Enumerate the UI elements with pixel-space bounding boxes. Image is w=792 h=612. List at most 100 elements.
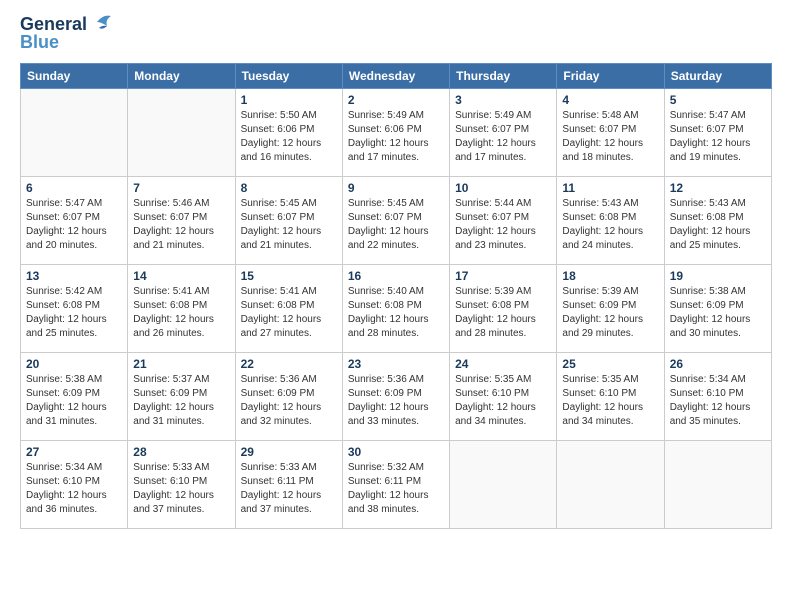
calendar-cell: 1 Sunrise: 5:50 AM Sunset: 6:06 PM Daylig…: [235, 88, 342, 176]
calendar-header-row: SundayMondayTuesdayWednesdayThursdayFrid…: [21, 63, 772, 88]
day-number: 24: [455, 357, 551, 371]
calendar-cell: 29 Sunrise: 5:33 AM Sunset: 6:11 PM Dayli…: [235, 440, 342, 528]
day-number: 18: [562, 269, 658, 283]
day-number: 19: [670, 269, 766, 283]
calendar-week-row-2: 13Sunrise: 5:42 AM Sunset: 6:08 PM Dayli…: [21, 264, 772, 352]
day-info: Sunrise: 5:33 AM Sunset: 6:11 PM Dayligh…: [241, 461, 337, 517]
day-number: 20: [26, 357, 122, 371]
calendar-cell: [128, 88, 235, 176]
weekday-header-tuesday: Tuesday: [235, 63, 342, 88]
calendar-cell: 25Sunrise: 5:35 AM Sunset: 6:10 PM Dayli…: [557, 352, 664, 440]
day-info: Sunrise: 5:45 AM Sunset: 6:07 PM Dayligh…: [348, 197, 444, 253]
calendar-cell: 30 Sunrise: 5:32 AM Sunset: 6:11 PM Dayli…: [342, 440, 449, 528]
calendar-table: SundayMondayTuesdayWednesdayThursdayFrid…: [20, 63, 772, 529]
day-info: Sunrise: 5:46 AM Sunset: 6:07 PM Dayligh…: [133, 197, 229, 253]
day-number: 1: [241, 93, 337, 107]
day-number: 3: [455, 93, 551, 107]
day-number: 22: [241, 357, 337, 371]
calendar-cell: 17 Sunrise: 5:39 AM Sunset: 6:08 PM Dayli…: [450, 264, 557, 352]
day-number: 4: [562, 93, 658, 107]
day-info: Sunrise: 5:48 AM Sunset: 6:07 PM Dayligh…: [562, 109, 658, 165]
day-number: 26: [670, 357, 766, 371]
weekday-header-friday: Friday: [557, 63, 664, 88]
day-info: Sunrise: 5:44 AM Sunset: 6:07 PM Dayligh…: [455, 197, 551, 253]
day-number: 10: [455, 181, 551, 195]
calendar-cell: 10 Sunrise: 5:44 AM Sunset: 6:07 PM Dayli…: [450, 176, 557, 264]
calendar-cell: 23 Sunrise: 5:36 AM Sunset: 6:09 PM Dayli…: [342, 352, 449, 440]
day-number: 14: [133, 269, 229, 283]
day-info: Sunrise: 5:38 AM Sunset: 6:09 PM Dayligh…: [670, 285, 766, 341]
day-info: Sunrise: 5:34 AM Sunset: 6:10 PM Dayligh…: [26, 461, 122, 517]
day-info: Sunrise: 5:49 AM Sunset: 6:06 PM Dayligh…: [348, 109, 444, 165]
logo-text-line2: Blue: [20, 33, 59, 53]
day-info: Sunrise: 5:40 AM Sunset: 6:08 PM Dayligh…: [348, 285, 444, 341]
weekday-header-saturday: Saturday: [664, 63, 771, 88]
calendar-cell: 11Sunrise: 5:43 AM Sunset: 6:08 PM Dayli…: [557, 176, 664, 264]
day-number: 16: [348, 269, 444, 283]
calendar-cell: 8 Sunrise: 5:45 AM Sunset: 6:07 PM Daylig…: [235, 176, 342, 264]
calendar-cell: 16 Sunrise: 5:40 AM Sunset: 6:08 PM Dayli…: [342, 264, 449, 352]
day-number: 23: [348, 357, 444, 371]
calendar-cell: [664, 440, 771, 528]
calendar-week-row-3: 20 Sunrise: 5:38 AM Sunset: 6:09 PM Dayli…: [21, 352, 772, 440]
calendar-cell: 24 Sunrise: 5:35 AM Sunset: 6:10 PM Dayli…: [450, 352, 557, 440]
page-header: General Blue: [20, 15, 772, 53]
day-number: 12: [670, 181, 766, 195]
day-info: Sunrise: 5:42 AM Sunset: 6:08 PM Dayligh…: [26, 285, 122, 341]
calendar-cell: 15 Sunrise: 5:41 AM Sunset: 6:08 PM Dayli…: [235, 264, 342, 352]
calendar-cell: 27 Sunrise: 5:34 AM Sunset: 6:10 PM Dayli…: [21, 440, 128, 528]
day-info: Sunrise: 5:36 AM Sunset: 6:09 PM Dayligh…: [348, 373, 444, 429]
day-info: Sunrise: 5:45 AM Sunset: 6:07 PM Dayligh…: [241, 197, 337, 253]
day-number: 30: [348, 445, 444, 459]
day-number: 7: [133, 181, 229, 195]
day-number: 15: [241, 269, 337, 283]
day-info: Sunrise: 5:38 AM Sunset: 6:09 PM Dayligh…: [26, 373, 122, 429]
day-info: Sunrise: 5:50 AM Sunset: 6:06 PM Dayligh…: [241, 109, 337, 165]
day-info: Sunrise: 5:47 AM Sunset: 6:07 PM Dayligh…: [26, 197, 122, 253]
day-number: 6: [26, 181, 122, 195]
page-container: General Blue SundayMondayTuesdayWednesda…: [0, 0, 792, 612]
day-info: Sunrise: 5:33 AM Sunset: 6:10 PM Dayligh…: [133, 461, 229, 517]
day-number: 27: [26, 445, 122, 459]
day-info: Sunrise: 5:39 AM Sunset: 6:09 PM Dayligh…: [562, 285, 658, 341]
calendar-cell: 7 Sunrise: 5:46 AM Sunset: 6:07 PM Daylig…: [128, 176, 235, 264]
day-info: Sunrise: 5:39 AM Sunset: 6:08 PM Dayligh…: [455, 285, 551, 341]
weekday-header-monday: Monday: [128, 63, 235, 88]
calendar-cell: 18 Sunrise: 5:39 AM Sunset: 6:09 PM Dayli…: [557, 264, 664, 352]
day-info: Sunrise: 5:37 AM Sunset: 6:09 PM Dayligh…: [133, 373, 229, 429]
day-info: Sunrise: 5:35 AM Sunset: 6:10 PM Dayligh…: [562, 373, 658, 429]
day-number: 5: [670, 93, 766, 107]
day-number: 28: [133, 445, 229, 459]
day-info: Sunrise: 5:49 AM Sunset: 6:07 PM Dayligh…: [455, 109, 551, 165]
calendar-cell: 26 Sunrise: 5:34 AM Sunset: 6:10 PM Dayli…: [664, 352, 771, 440]
day-info: Sunrise: 5:43 AM Sunset: 6:08 PM Dayligh…: [562, 197, 658, 253]
calendar-cell: 6 Sunrise: 5:47 AM Sunset: 6:07 PM Daylig…: [21, 176, 128, 264]
calendar-cell: [21, 88, 128, 176]
calendar-week-row-1: 6 Sunrise: 5:47 AM Sunset: 6:07 PM Daylig…: [21, 176, 772, 264]
day-info: Sunrise: 5:32 AM Sunset: 6:11 PM Dayligh…: [348, 461, 444, 517]
day-number: 29: [241, 445, 337, 459]
calendar-cell: [557, 440, 664, 528]
day-number: 17: [455, 269, 551, 283]
calendar-cell: 5Sunrise: 5:47 AM Sunset: 6:07 PM Daylig…: [664, 88, 771, 176]
day-number: 8: [241, 181, 337, 195]
calendar-cell: 13Sunrise: 5:42 AM Sunset: 6:08 PM Dayli…: [21, 264, 128, 352]
day-info: Sunrise: 5:41 AM Sunset: 6:08 PM Dayligh…: [241, 285, 337, 341]
calendar-cell: 4 Sunrise: 5:48 AM Sunset: 6:07 PM Daylig…: [557, 88, 664, 176]
calendar-cell: [450, 440, 557, 528]
calendar-cell: 22Sunrise: 5:36 AM Sunset: 6:09 PM Dayli…: [235, 352, 342, 440]
day-info: Sunrise: 5:35 AM Sunset: 6:10 PM Dayligh…: [455, 373, 551, 429]
calendar-cell: 3 Sunrise: 5:49 AM Sunset: 6:07 PM Daylig…: [450, 88, 557, 176]
calendar-cell: 19 Sunrise: 5:38 AM Sunset: 6:09 PM Dayli…: [664, 264, 771, 352]
calendar-cell: 12Sunrise: 5:43 AM Sunset: 6:08 PM Dayli…: [664, 176, 771, 264]
calendar-cell: 21 Sunrise: 5:37 AM Sunset: 6:09 PM Dayli…: [128, 352, 235, 440]
weekday-header-thursday: Thursday: [450, 63, 557, 88]
calendar-cell: 9Sunrise: 5:45 AM Sunset: 6:07 PM Daylig…: [342, 176, 449, 264]
calendar-cell: 28 Sunrise: 5:33 AM Sunset: 6:10 PM Dayli…: [128, 440, 235, 528]
day-number: 21: [133, 357, 229, 371]
weekday-header-sunday: Sunday: [21, 63, 128, 88]
calendar-cell: 2Sunrise: 5:49 AM Sunset: 6:06 PM Daylig…: [342, 88, 449, 176]
calendar-week-row-0: 1 Sunrise: 5:50 AM Sunset: 6:06 PM Daylig…: [21, 88, 772, 176]
day-info: Sunrise: 5:41 AM Sunset: 6:08 PM Dayligh…: [133, 285, 229, 341]
day-info: Sunrise: 5:34 AM Sunset: 6:10 PM Dayligh…: [670, 373, 766, 429]
